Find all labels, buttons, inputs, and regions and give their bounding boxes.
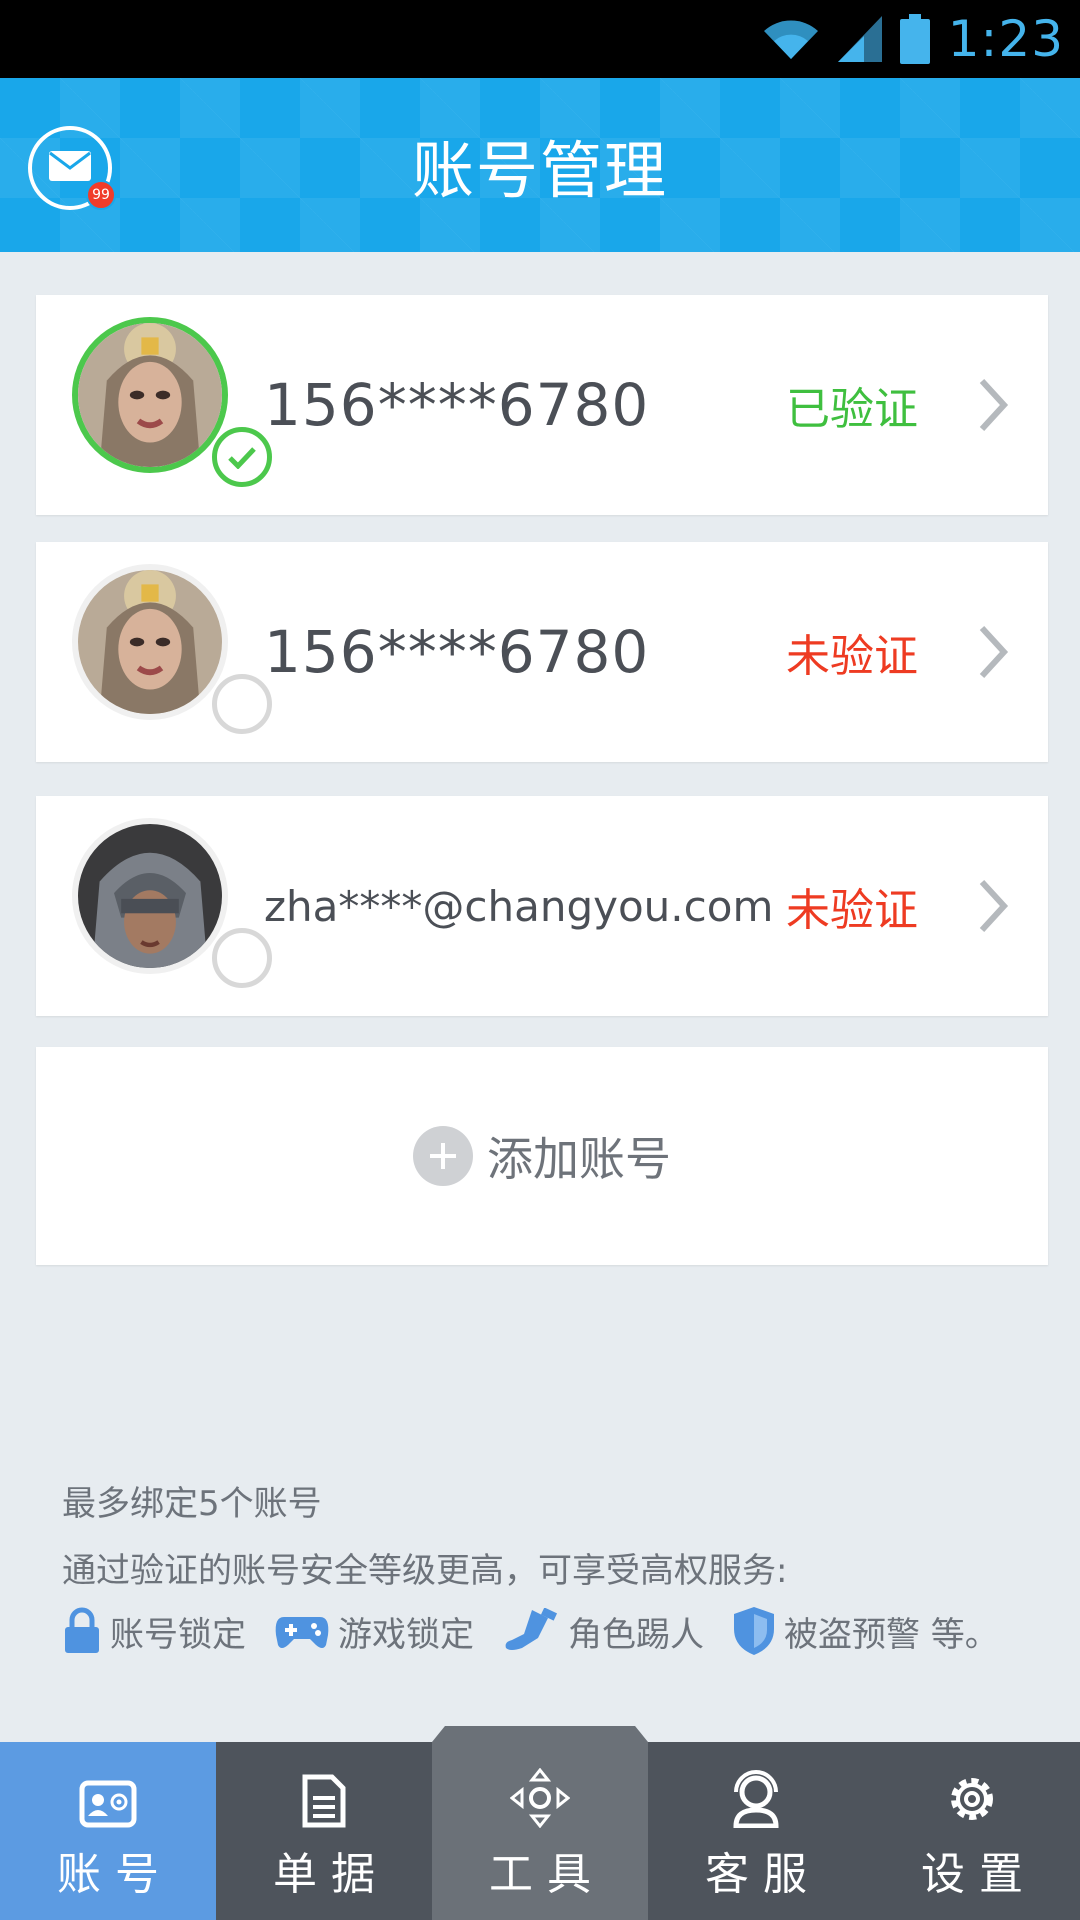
nav-tab-account[interactable]: 账号: [0, 1742, 216, 1920]
nav-tab-tools[interactable]: 工具: [432, 1742, 648, 1920]
avatar: [72, 317, 228, 473]
perk-item: 角色踢人: [502, 1607, 704, 1656]
unverified-circle-icon: [212, 674, 272, 734]
account-row[interactable]: 156****6780 已验证: [36, 295, 1048, 515]
gamepad-icon: [274, 1611, 330, 1651]
chevron-right-icon: [976, 878, 1010, 938]
verification-benefit-text: 通过验证的账号安全等级更高，可享受高权服务:: [62, 1551, 788, 1591]
nav-label: 工具: [489, 1849, 605, 1900]
nav-label: 账号: [57, 1849, 173, 1900]
verification-status: 已验证: [786, 384, 918, 435]
status-time: 1:23: [947, 10, 1064, 68]
avatar: [72, 564, 228, 720]
status-bar: 1:23: [0, 0, 1080, 78]
gear-icon: [943, 1770, 1001, 1828]
chevron-right-icon: [976, 624, 1010, 684]
nav-tab-documents[interactable]: 单据: [216, 1742, 432, 1920]
chevron-right-icon: [976, 377, 1010, 437]
nav-tab-support[interactable]: 客服: [648, 1742, 864, 1920]
add-account-button[interactable]: 添加账号: [36, 1047, 1048, 1265]
account-name: 156****6780: [264, 371, 650, 439]
nav-tab-settings[interactable]: 设置: [864, 1742, 1080, 1920]
mail-badge: 99: [86, 180, 116, 210]
avatar: [72, 818, 228, 974]
account-row[interactable]: zha****@changyou.com 未验证: [36, 796, 1048, 1016]
nav-label: 客服: [705, 1849, 821, 1900]
verified-check-icon: [212, 427, 272, 487]
add-account-label: 添加账号: [487, 1132, 671, 1186]
bind-limit-text: 最多绑定5个账号: [62, 1484, 322, 1524]
document-icon: [302, 1774, 346, 1828]
verification-status: 未验证: [786, 631, 918, 682]
nav-label: 单据: [273, 1849, 389, 1900]
page-title: 账号管理: [411, 134, 668, 207]
boot-icon: [502, 1608, 560, 1654]
shield-icon: [732, 1605, 776, 1657]
verification-status: 未验证: [786, 885, 918, 936]
nav-label: 设置: [921, 1849, 1037, 1900]
perk-item: 游戏锁定: [274, 1607, 474, 1656]
battery-icon: [899, 14, 930, 64]
bottom-nav: 账号 单据 工具 客服 设置: [0, 1742, 1080, 1920]
unverified-circle-icon: [212, 928, 272, 988]
account-name: 156****6780: [264, 618, 650, 686]
perk-item: 账号锁定: [62, 1607, 246, 1656]
signal-icon: [837, 16, 882, 62]
perk-item: 被盗预警 等。: [732, 1605, 999, 1657]
wifi-icon: [762, 17, 820, 61]
account-name: zha****@changyou.com: [264, 881, 774, 931]
tools-icon: [510, 1768, 570, 1828]
app-header: 99 账号管理: [0, 78, 1080, 252]
account-card-icon: [79, 1780, 137, 1828]
mail-button[interactable]: 99: [28, 126, 116, 210]
account-row[interactable]: 156****6780 未验证: [36, 542, 1048, 762]
envelope-icon: [48, 150, 92, 186]
perks-list: 账号锁定 游戏锁定 角色踢人 被盗预警 等。: [62, 1605, 999, 1657]
plus-icon: [413, 1126, 473, 1186]
headset-icon: [730, 1770, 782, 1828]
lock-icon: [62, 1607, 102, 1655]
